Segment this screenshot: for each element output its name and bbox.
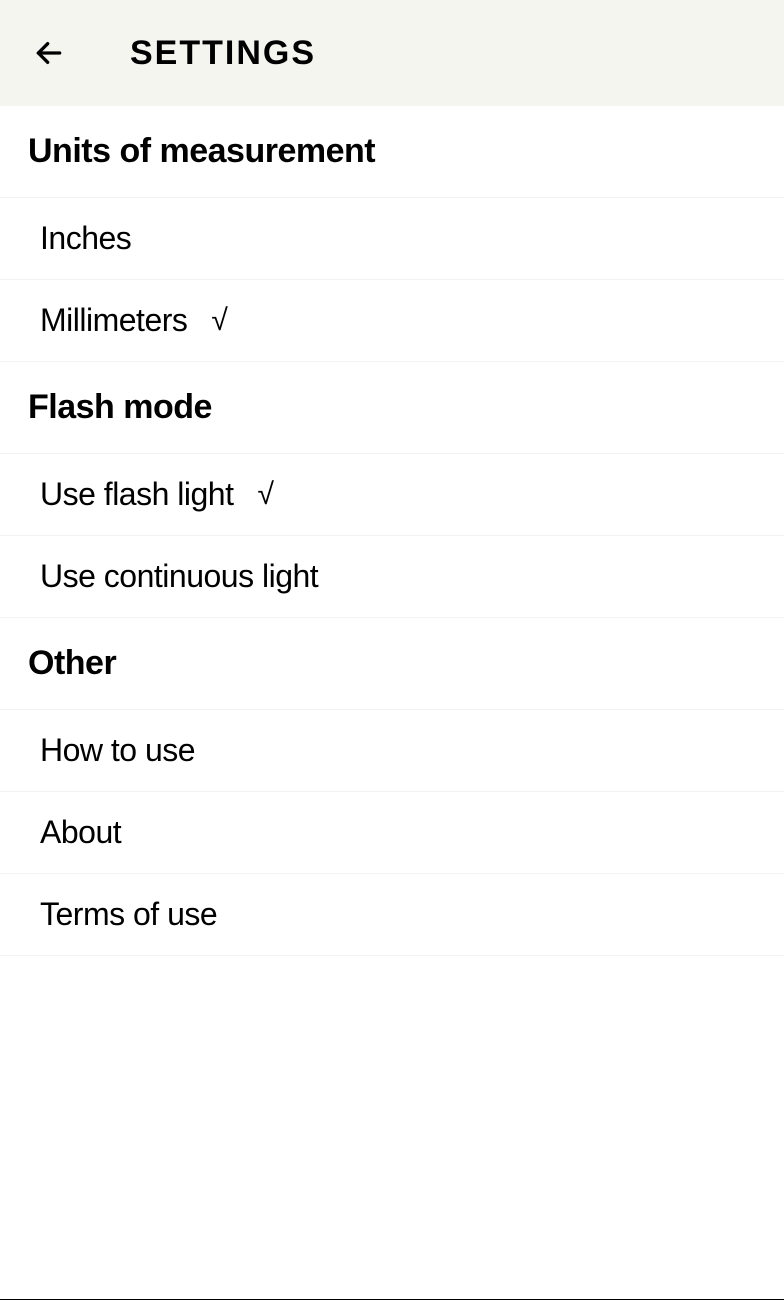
option-label: How to use: [40, 732, 195, 769]
section-header-flash: Flash mode: [0, 362, 784, 454]
option-how-to-use[interactable]: How to use: [0, 710, 784, 792]
option-continuous-light[interactable]: Use continuous light: [0, 536, 784, 618]
option-label: About: [40, 814, 121, 851]
option-terms[interactable]: Terms of use: [0, 874, 784, 956]
section-header-other: Other: [0, 618, 784, 710]
option-label: Use continuous light: [40, 558, 318, 595]
option-inches[interactable]: Inches: [0, 198, 784, 280]
check-icon: √: [211, 304, 227, 338]
header-bar: SETTINGS: [0, 0, 784, 106]
option-label: Terms of use: [40, 896, 217, 933]
option-about[interactable]: About: [0, 792, 784, 874]
option-label: Inches: [40, 220, 131, 257]
option-label: Millimeters: [40, 302, 187, 339]
check-icon: √: [257, 478, 273, 512]
option-millimeters[interactable]: Millimeters √: [0, 280, 784, 362]
option-label: Use flash light: [40, 476, 233, 513]
section-header-units: Units of measurement: [0, 106, 784, 198]
option-flash-light[interactable]: Use flash light √: [0, 454, 784, 536]
page-title: SETTINGS: [130, 34, 316, 73]
back-button[interactable]: [28, 32, 70, 74]
arrow-left-icon: [33, 37, 65, 69]
